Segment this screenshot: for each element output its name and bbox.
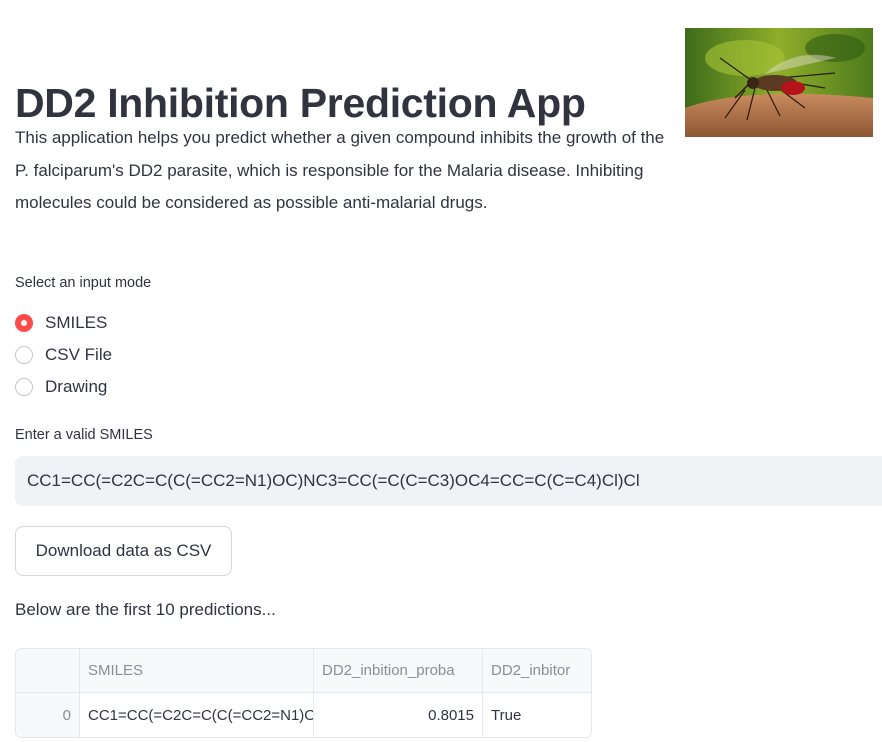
radio-selected-icon[interactable]	[15, 314, 33, 332]
app-description: This application helps you predict wheth…	[15, 128, 665, 212]
table-cell-inhibitor[interactable]: True	[483, 693, 591, 737]
radio-option-label: SMILES	[45, 313, 108, 332]
app-page: DD2 Inhibition Prediction App This appli…	[0, 0, 882, 742]
radio-option-smiles[interactable]: SMILES	[15, 307, 112, 339]
table-header-smiles[interactable]: SMILES	[80, 649, 314, 693]
smiles-input-label: Enter a valid SMILES	[15, 427, 153, 443]
table-header-proba[interactable]: DD2_inbition_proba	[314, 649, 483, 693]
input-mode-label: Select an input mode	[15, 275, 152, 291]
download-csv-button[interactable]: Download data as CSV	[15, 526, 232, 576]
table-row-index: 0	[16, 693, 80, 737]
mosquito-image	[685, 28, 873, 137]
radio-option-drawing[interactable]: Drawing	[15, 371, 112, 403]
radio-option-label: CSV File	[45, 345, 113, 364]
predictions-table[interactable]: SMILES DD2_inbition_proba DD2_inbitor 0 …	[15, 648, 592, 738]
smiles-input[interactable]	[15, 456, 882, 506]
input-mode-radio-group: SMILES CSV File Drawing	[15, 307, 112, 403]
radio-option-label: Drawing	[45, 377, 108, 396]
predictions-caption: Below are the first 10 predictions...	[15, 600, 276, 619]
table-header-inhibitor[interactable]: DD2_inbitor	[483, 649, 591, 693]
radio-unselected-icon[interactable]	[15, 378, 33, 396]
table-cell-proba[interactable]: 0.8015	[314, 693, 483, 737]
table-cell-smiles[interactable]: CC1=CC(=C2C=C(C(=CC2=N1)OC	[80, 693, 314, 737]
radio-unselected-icon[interactable]	[15, 346, 33, 364]
radio-option-csv-file[interactable]: CSV File	[15, 339, 112, 371]
table-header-index	[16, 649, 80, 693]
